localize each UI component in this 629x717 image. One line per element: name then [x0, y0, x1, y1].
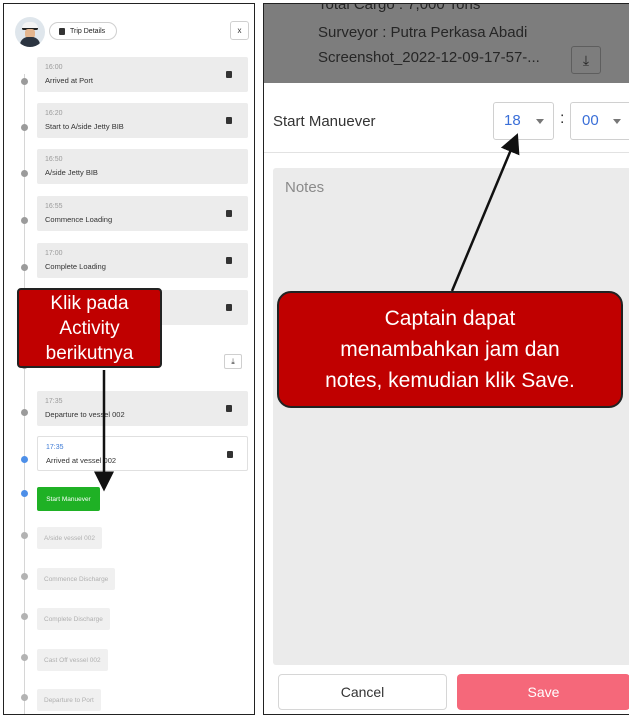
callout-line: notes, kemudian klik Save. [325, 369, 575, 392]
file-icon[interactable] [226, 117, 232, 124]
dropdown-caret-icon [536, 119, 544, 124]
instruction-callout-left: Klik pada Activity berikutnya [17, 288, 162, 368]
surveyor-text: Surveyor : Putra Perkasa Abadi [318, 24, 528, 41]
download-icon: ⤓ [582, 51, 590, 68]
trip-details-button[interactable]: Trip Details [49, 22, 117, 40]
timeline-dot [21, 613, 28, 620]
pending-activity-button[interactable]: A/side vessel 002 [37, 527, 102, 549]
tutorial-screenshot: Trip Details x 16:00 Arrived at Port 16:… [0, 0, 629, 717]
activity-time: 17:35 [45, 398, 63, 405]
start-manuever-label: Start Manuever [273, 113, 376, 130]
save-button[interactable]: Save [457, 674, 629, 710]
timeline-dot [21, 170, 28, 177]
download-icon: ⤓ [231, 356, 235, 366]
download-button[interactable]: ⤓ [224, 354, 242, 369]
activity-card[interactable]: 17:00 Complete Loading [37, 243, 248, 278]
file-icon[interactable] [226, 210, 232, 217]
activity-label: A/side Jetty BIB [45, 168, 98, 177]
cancel-button[interactable]: Cancel [278, 674, 447, 710]
minute-value: 00 [582, 112, 599, 129]
timeline-dot-current [21, 456, 28, 463]
activity-card[interactable]: 16:20 Start to A/side Jetty BIB [37, 103, 248, 138]
activity-card-current[interactable]: 17:35 Arrived at vessel 002 [37, 436, 248, 471]
total-cargo-text: Total Cargo : 7,000 Tons [318, 3, 481, 13]
activity-label: Start to A/side Jetty BIB [45, 122, 124, 131]
timeline-dot [21, 654, 28, 661]
activity-label: Arrived at Port [45, 76, 93, 85]
pending-activity-button[interactable]: Cast Off vessel 002 [37, 649, 108, 671]
close-button[interactable]: x [230, 21, 249, 40]
file-icon[interactable] [226, 405, 232, 412]
dimmed-trip-info: Total Cargo : 7,000 Tons Surveyor : Putr… [264, 4, 629, 83]
activity-card[interactable]: 16:55 Commence Loading [37, 196, 248, 231]
screenshot-filename: Screenshot_2022-12-09-17-57-... [318, 49, 540, 66]
callout-line: Activity [59, 318, 120, 339]
notes-placeholder: Notes [285, 179, 325, 196]
time-separator: : [560, 110, 565, 127]
callout-line: berikutnya [45, 343, 134, 364]
callout-line: Captain dapat [384, 307, 516, 330]
close-icon: x [237, 26, 242, 35]
trip-details-label: Trip Details [70, 27, 106, 35]
hour-select[interactable]: 18 [493, 102, 554, 140]
callout-line: menambahkan jam dan [340, 338, 560, 361]
timeline-dot [21, 78, 28, 85]
activity-time: 16:20 [45, 110, 63, 117]
timeline-dot [21, 264, 28, 271]
panel-header: Trip Details x [4, 4, 254, 54]
activity-time: 17:00 [45, 250, 63, 257]
file-icon[interactable] [227, 451, 233, 458]
start-manuever-button[interactable]: Start Manuever [37, 487, 100, 511]
timeline-dot [21, 217, 28, 224]
timeline-dot [21, 532, 28, 539]
divider [264, 152, 629, 153]
timeline-dot-next [21, 490, 28, 497]
activity-label: Complete Loading [45, 262, 106, 271]
instruction-callout-right: Captain dapat menambahkan jam dan notes,… [277, 291, 623, 408]
activity-label: Departure to vessel 002 [45, 410, 125, 419]
dropdown-caret-icon [613, 119, 621, 124]
download-button[interactable]: ⤓ [571, 46, 601, 74]
hour-value: 18 [504, 112, 521, 129]
file-icon [59, 27, 65, 35]
pending-activity-button[interactable]: Complete Discharge [37, 608, 110, 630]
activity-time: 16:50 [45, 156, 63, 163]
timeline-dot [21, 409, 28, 416]
file-icon[interactable] [226, 71, 232, 78]
notes-textarea[interactable]: Notes [273, 168, 629, 665]
activity-card[interactable]: 17:35 Departure to vessel 002 [37, 391, 248, 426]
pending-activity-button[interactable]: Commence Discharge [37, 568, 116, 590]
activity-time: 17:35 [46, 444, 64, 451]
activity-label: Commence Loading [45, 215, 113, 224]
activity-time: 16:00 [45, 64, 63, 71]
activity-label: Arrived at vessel 002 [46, 456, 117, 465]
timeline-dot [21, 573, 28, 580]
activity-time: 16:55 [45, 203, 63, 210]
file-icon[interactable] [226, 257, 232, 264]
minute-select[interactable]: 00 [570, 102, 629, 140]
callout-line: Klik pada [50, 293, 129, 314]
activity-card[interactable]: 16:00 Arrived at Port [37, 57, 248, 92]
pending-activity-button[interactable]: Departure to Port [37, 689, 101, 711]
timeline-dot [21, 694, 28, 701]
avatar [15, 17, 45, 47]
file-icon[interactable] [226, 304, 232, 311]
activity-card[interactable]: 16:50 A/side Jetty BIB [37, 149, 248, 184]
timeline-dot [21, 124, 28, 131]
